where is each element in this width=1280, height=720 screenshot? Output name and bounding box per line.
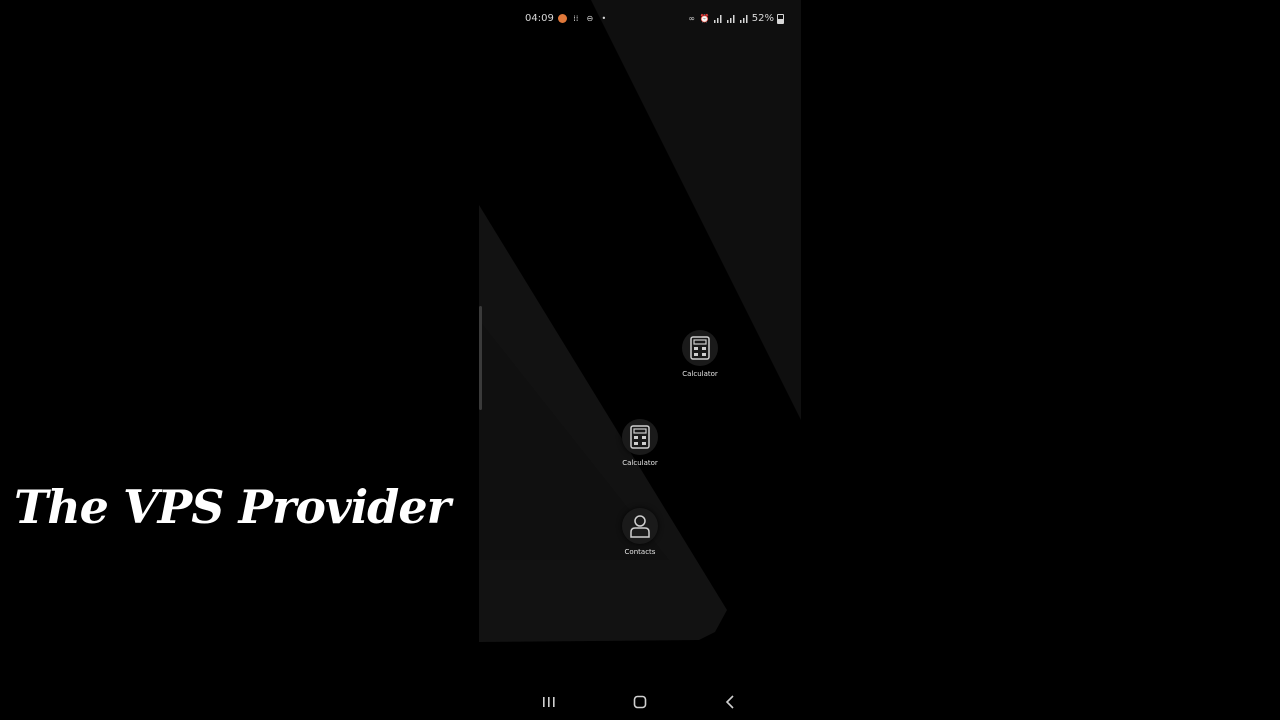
app-contacts[interactable]: Contacts <box>605 508 675 556</box>
alarm-icon: ⏰ <box>699 13 710 23</box>
channel-watermark: The VPS Provider <box>14 480 451 534</box>
back-button[interactable] <box>719 692 741 712</box>
status-bar-left: 04:09 ⁞⁞ ⊖ • <box>525 13 609 24</box>
status-bar: 04:09 ⁞⁞ ⊖ • ∞ ⏰ 52% <box>479 10 801 30</box>
app-label: Calculator <box>682 370 718 378</box>
do-not-disturb-icon: ⊖ <box>586 13 594 23</box>
app-calculator-2[interactable]: Calculator <box>605 419 675 467</box>
edge-panel-handle[interactable] <box>479 306 482 410</box>
grid-dots-icon: ⁞⁞ <box>573 13 579 23</box>
phone-screen: 04:09 ⁞⁞ ⊖ • ∞ ⏰ 52% Calculator Calculat… <box>479 0 801 720</box>
home-button[interactable] <box>629 692 651 712</box>
app-calculator-1[interactable]: Calculator <box>665 330 735 378</box>
contacts-icon <box>622 508 658 544</box>
calculator-icon <box>682 330 718 366</box>
battery-icon <box>777 13 784 24</box>
signal-icon-2 <box>739 15 748 23</box>
app-label: Contacts <box>624 548 656 556</box>
app-label: Calculator <box>622 459 658 467</box>
recent-apps-icon <box>543 697 555 707</box>
dot-icon: • <box>601 13 607 23</box>
wallpaper <box>479 0 801 642</box>
4g-signal-icon <box>726 15 735 23</box>
notification-app-icon <box>557 14 567 23</box>
calculator-icon <box>622 419 658 455</box>
video-frame: 04:09 ⁞⁞ ⊖ • ∞ ⏰ 52% Calculator Calculat… <box>0 0 1280 720</box>
navigation-bar <box>479 688 801 716</box>
signal-icon <box>713 15 722 23</box>
battery-percent: 52% <box>751 13 774 24</box>
back-icon <box>725 695 734 709</box>
recent-apps-button[interactable] <box>538 692 560 712</box>
status-time: 04:09 <box>525 13 554 24</box>
link-icon: ∞ <box>688 13 696 23</box>
home-icon <box>633 695 647 709</box>
status-bar-right: ∞ ⏰ 52% <box>687 13 784 24</box>
